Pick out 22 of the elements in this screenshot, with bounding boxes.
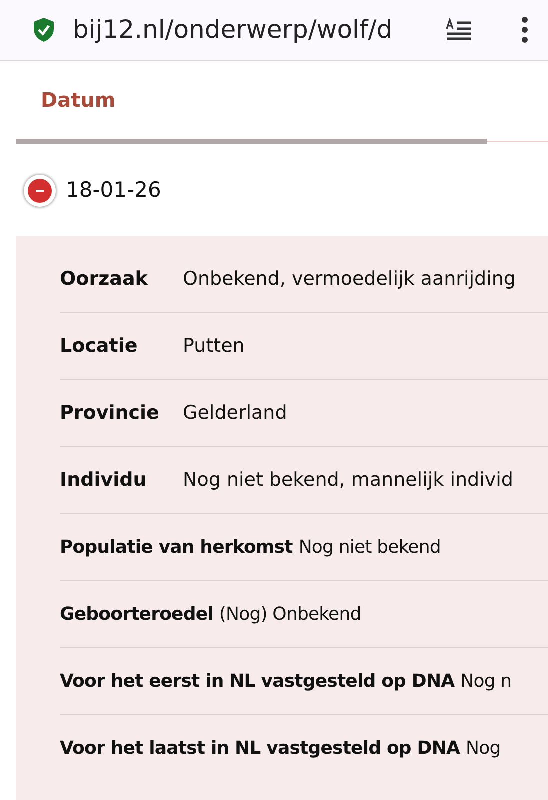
row-value: Onbekend, vermoedelijk aanrijding (183, 266, 516, 292)
row-value: Nog (466, 737, 501, 761)
row-value: Putten (183, 334, 245, 359)
row-value: (Nog) Onbekend (219, 602, 362, 626)
row-label: Voor het laatst in NL vastgesteld op DNA (60, 737, 460, 761)
row-value: Nog niet bekend (298, 536, 441, 560)
collapse-button[interactable] (24, 174, 56, 206)
row-value: Gelderland (183, 400, 288, 426)
reader-mode-icon[interactable] (446, 18, 472, 42)
row-label: Geboorteroedel (60, 602, 214, 626)
shield-check-icon (33, 17, 55, 43)
date-text: 18-01-26 (66, 176, 162, 204)
row-label: Individu (60, 468, 148, 493)
row-label: Locatie (60, 334, 139, 359)
row-label: Voor het eerst in NL vastgesteld op DNA (60, 670, 455, 694)
column-header[interactable]: Datum (41, 85, 116, 115)
row-label: Provincie (60, 400, 160, 426)
row-value: Nog niet bekend, mannelijk individ (183, 468, 514, 493)
row-value: Nog n (460, 670, 512, 694)
row-label: Oorzaak (60, 266, 149, 292)
row-label: Populatie van herkomst (60, 536, 293, 560)
more-menu-icon[interactable] (520, 16, 530, 44)
